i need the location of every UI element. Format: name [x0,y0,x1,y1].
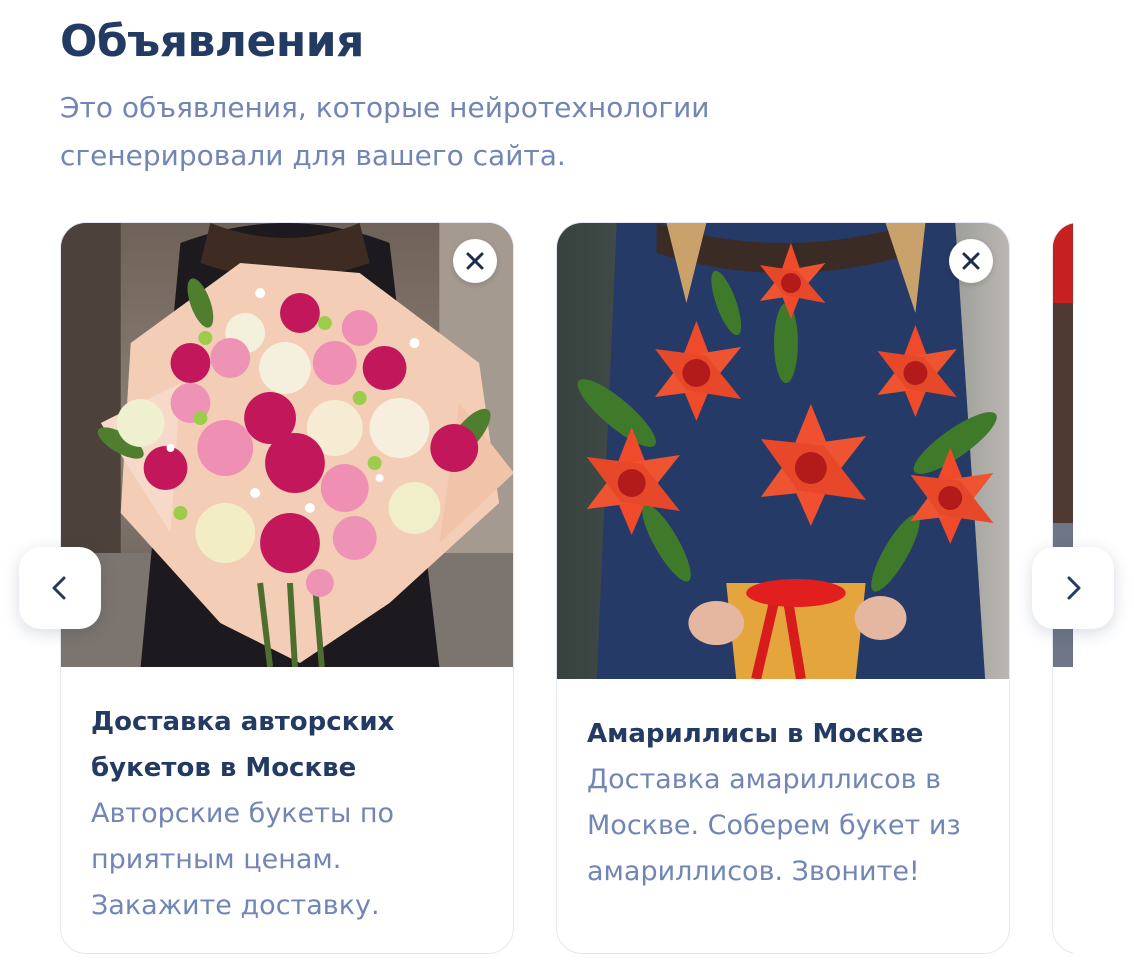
roses-bouquet-image [61,223,513,667]
ads-section: Объявления Это объявления, которые нейро… [0,0,1134,980]
chevron-left-icon [52,576,66,600]
ad-card-body: Амариллисы в Москве Доставка амариллисов… [587,711,983,895]
carousel-prev-button[interactable] [19,547,101,629]
amaryllis-bouquet-image [557,223,1009,679]
section-description: Это объявления, которые нейротехнологии … [60,91,710,172]
close-ad-button[interactable] [453,239,497,283]
ads-carousel: Доставка авторских букетов в Москве Авто… [0,222,1134,962]
section-title: Объявления [60,16,364,67]
close-icon [466,252,484,270]
ad-text: Доставка амариллисов в Москве. Соберем б… [587,764,961,887]
ad-title: Амариллисы в Москве [587,719,924,749]
chevron-right-icon [1067,576,1081,600]
carousel-track: Доставка авторских букетов в Москве Авто… [60,222,1073,958]
close-icon [962,252,980,270]
ad-text: Авторские букеты по приятным ценам. Зака… [91,798,395,921]
carousel-next-button[interactable] [1032,547,1114,629]
ad-title: Доставка авторских букетов в Москве [91,707,395,783]
ad-card-body: Доставка авторских букетов в Москве Авто… [91,699,487,929]
close-ad-button[interactable] [949,239,993,283]
ad-card[interactable]: Амариллисы в Москве Доставка амариллисов… [556,222,1010,954]
ad-card[interactable]: Доставка авторских букетов в Москве Авто… [60,222,514,954]
